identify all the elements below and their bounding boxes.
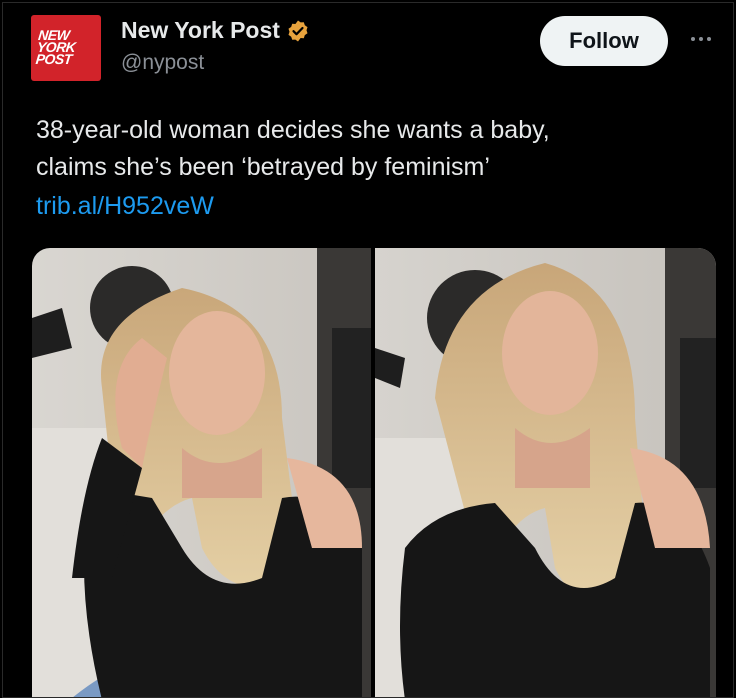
media-image-right[interactable] — [375, 248, 716, 697]
tweet-text-line: claims she’s been ‘betrayed by feminism’ — [36, 153, 490, 181]
display-name[interactable]: New York Post — [121, 17, 280, 44]
media-image-left[interactable] — [32, 248, 371, 697]
verified-badge-icon — [286, 19, 310, 43]
tweet-text-line: 38-year-old woman decides she wants a ba… — [36, 116, 550, 144]
tweet-card: New York Post New York Post @nypost Foll… — [2, 2, 734, 698]
media-grid[interactable] — [32, 248, 716, 697]
nypost-logo: New York Post — [34, 27, 77, 67]
more-horizontal-icon[interactable] — [686, 29, 716, 49]
author-name-row: New York Post — [121, 17, 310, 44]
tweet-link[interactable]: trib.al/H952veW — [36, 192, 214, 221]
account-handle[interactable]: @nypost — [121, 51, 204, 75]
tweet-text: 38-year-old woman decides she wants a ba… — [36, 112, 716, 186]
avatar[interactable]: New York Post — [31, 15, 101, 81]
follow-button[interactable]: Follow — [540, 16, 668, 66]
